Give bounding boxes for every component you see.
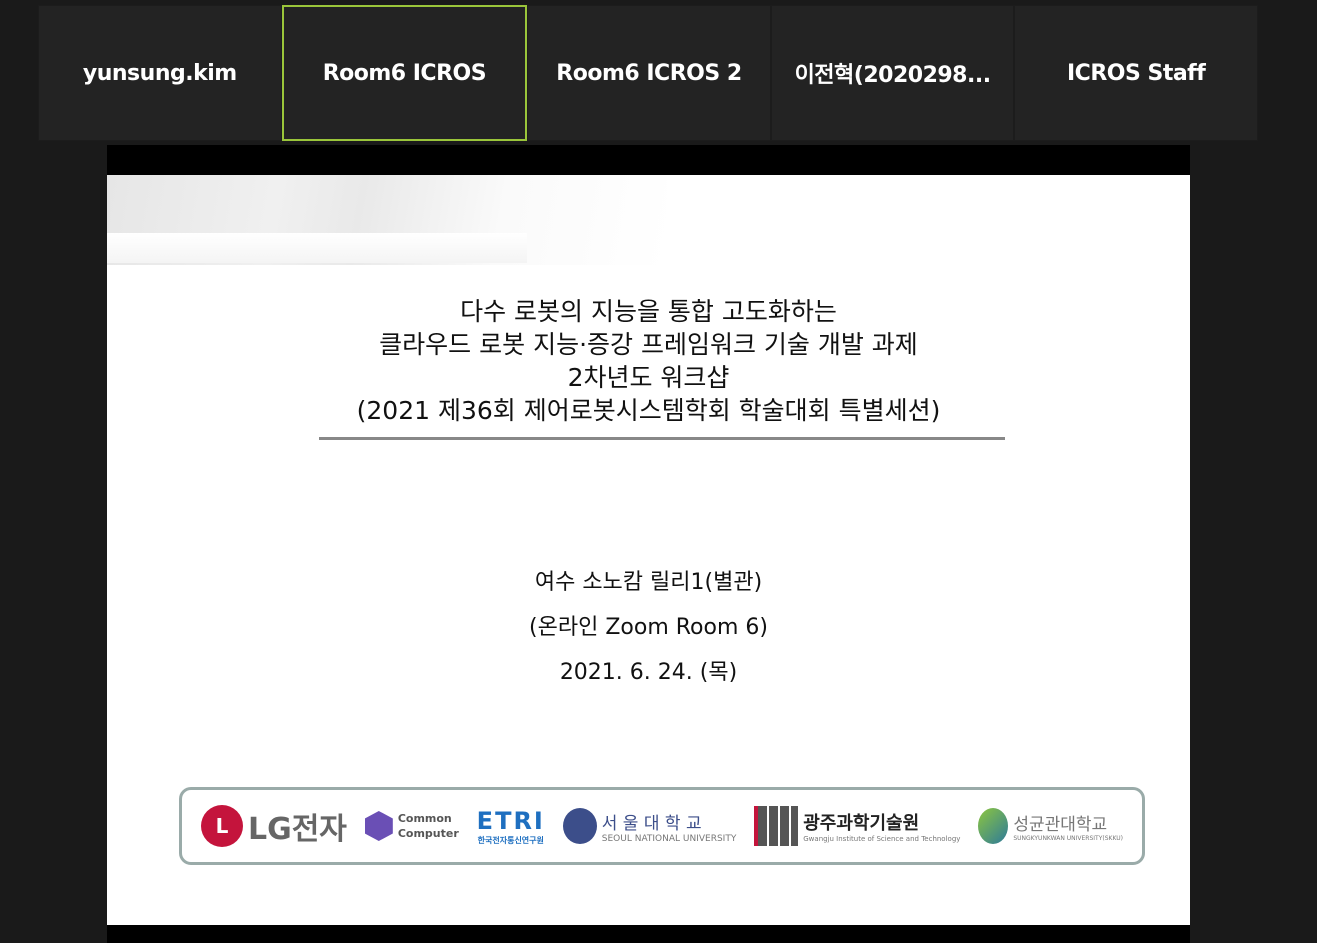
skku-sub: SUNGKYUNKWAN UNIVERSITY(SKKU): [1013, 835, 1123, 842]
shared-screen: 다수 로봇의 지능을 통합 고도화하는 클라우드 로봇 지능·증강 프레임워크 …: [107, 145, 1190, 943]
venue: 여수 소노캄 릴리1(별관): [534, 570, 763, 595]
participant-name: Room6 ICROS 2: [556, 60, 742, 86]
participant-tile-active[interactable]: Room6 ICROS: [281, 5, 528, 141]
event-info: 여수 소노캄 릴리1(별관) (온라인 Zoom Room 6) 2021. 6…: [107, 560, 1190, 695]
lg-mark-icon: L: [200, 805, 243, 847]
gist-mark-icon: [754, 806, 799, 846]
snu-logo: 서 울 대 학 교 SEOUL NATIONAL UNIVERSITY: [562, 808, 737, 844]
skku-emblem-icon: [978, 808, 1009, 844]
gist-text: 광주과학기술원: [803, 813, 920, 834]
common-computer-logo: Common Computer: [364, 811, 459, 841]
participant-name: yunsung.kim: [82, 60, 237, 86]
skku-text: 성균관대학교: [1013, 815, 1108, 835]
snu-sub: SEOUL NATIONAL UNIVERSITY: [601, 833, 737, 844]
online-room: (온라인 Zoom Room 6): [529, 615, 768, 640]
participant-tile[interactable]: yunsung.kim: [38, 5, 282, 141]
gist-logo: 광주과학기술원 Gwangju Institute of Science and …: [754, 806, 960, 846]
participant-tile[interactable]: ICROS Staff: [1014, 5, 1258, 141]
etri-logo: ETRI 한국전자통신연구원: [477, 807, 545, 846]
title-line: 다수 로봇의 지능을 통합 고도화하는: [460, 297, 837, 326]
cc-text: Computer: [397, 827, 459, 840]
title-line: 2차년도 워크샵: [567, 363, 730, 392]
participant-name: Room6 ICROS: [322, 60, 487, 86]
title-line: (2021 제36회 제어로봇시스템학회 학술대회 특별세션): [356, 396, 941, 425]
gist-sub: Gwangju Institute of Science and Technol…: [803, 835, 961, 843]
snu-emblem-icon: [562, 808, 597, 844]
participant-tile[interactable]: Room6 ICROS 2: [527, 5, 771, 141]
hexagon-icon: [364, 811, 393, 841]
slide-page: 다수 로봇의 지능을 통합 고도화하는 클라우드 로봇 지능·증강 프레임워크 …: [107, 175, 1190, 925]
event-date: 2021. 6. 24. (목): [559, 660, 738, 685]
title-line: 클라우드 로봇 지능·증강 프레임워크 기술 개발 과제: [379, 330, 918, 359]
sponsor-logos: L LG전자 Common Computer ETRI 한국전자통신연구원 서 울…: [179, 787, 1145, 865]
participant-name: 이전혁(2020298...: [794, 63, 992, 88]
lg-text: LG전자: [247, 812, 347, 847]
cc-text: Common: [397, 812, 452, 825]
etri-text: ETRI: [476, 806, 545, 835]
snu-text: 서 울 대 학 교: [601, 813, 702, 834]
lg-logo: L LG전자: [200, 804, 347, 848]
etri-sub: 한국전자통신연구원: [477, 835, 544, 845]
slide-title: 다수 로봇의 지능을 통합 고도화하는 클라우드 로봇 지능·증강 프레임워크 …: [107, 295, 1190, 427]
slide-decoration: [107, 233, 527, 263]
divider: [319, 437, 1005, 440]
participant-strip: yunsung.kim Room6 ICROS Room6 ICROS 2 이전…: [38, 5, 1258, 141]
participant-tile[interactable]: 이전혁(2020298...: [770, 5, 1015, 141]
participant-name: ICROS Staff: [1067, 60, 1206, 86]
skku-logo: 성균관대학교 SUNGKYUNKWAN UNIVERSITY(SKKU): [978, 808, 1123, 844]
